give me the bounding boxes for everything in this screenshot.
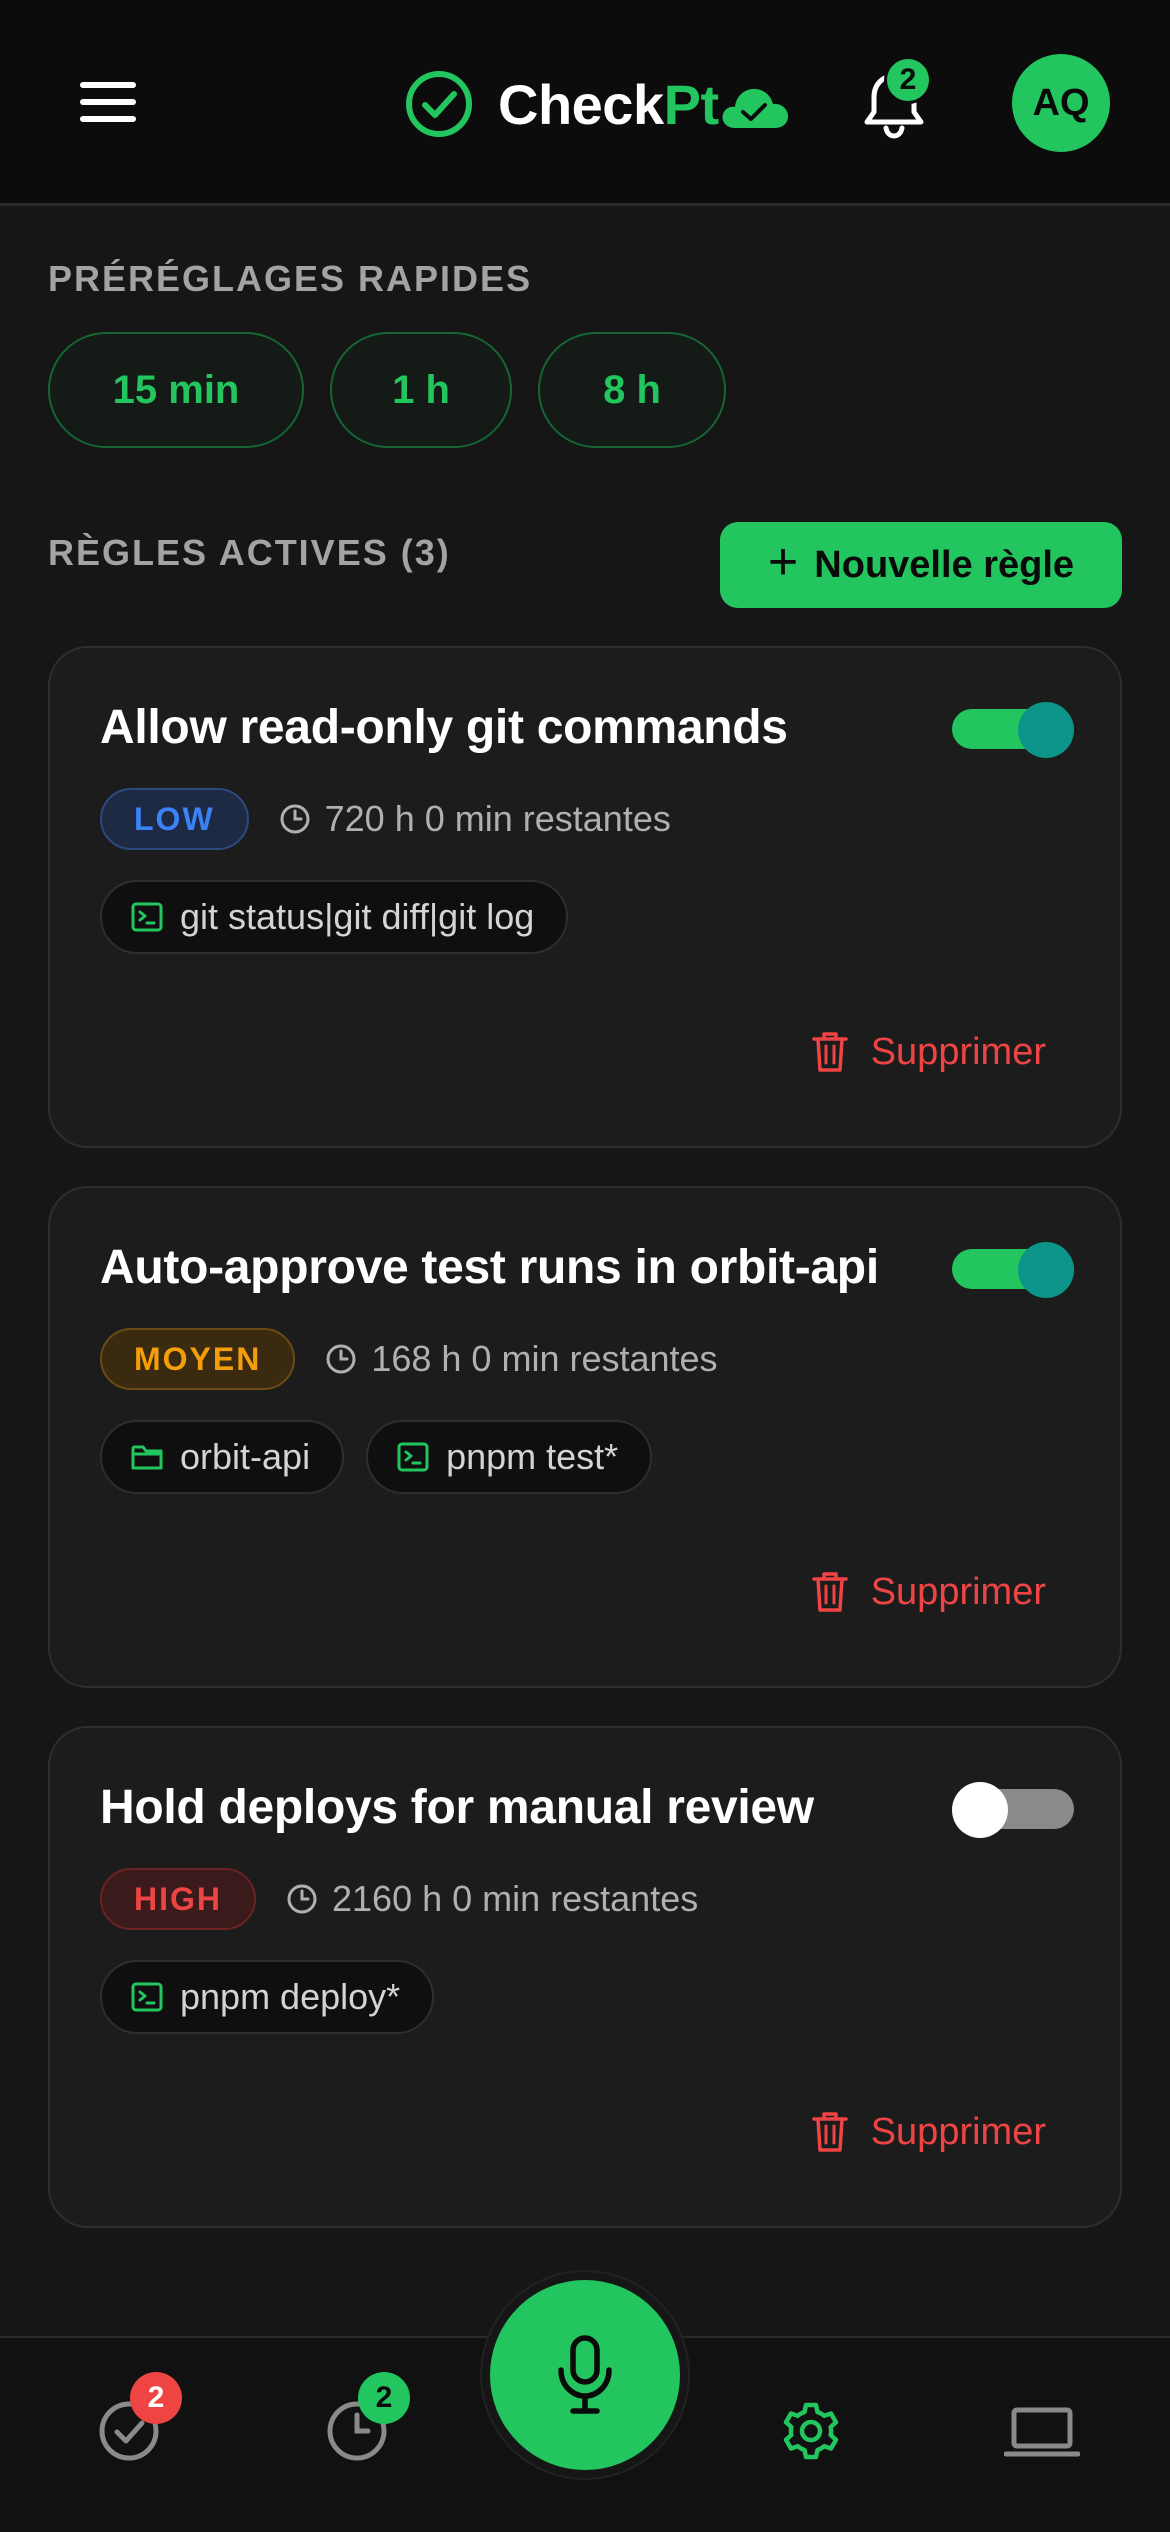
rule-scope-chips: pnpm deploy* [100,1960,435,2034]
risk-level-badge: HIGH [100,1868,256,1930]
check-circle-logo-icon [406,71,472,137]
rule-title: Allow read-only git commands [100,701,788,754]
active-rules-heading: RÈGLES ACTIVES (3) [48,532,451,573]
gear-icon [783,2402,839,2460]
risk-level-badge: MOYEN [100,1328,296,1390]
new-rule-button[interactable]: + Nouvelle règle [720,522,1122,608]
rule-title: Auto-approve test runs in orbit-api [100,1241,879,1294]
approvals-badge: 2 [130,2372,182,2424]
trash-icon [811,1572,848,1612]
rule-scope-chips: git status|git diff|git log [100,880,569,954]
clock-icon [326,1344,356,1374]
nav-settings[interactable] [778,2398,844,2464]
rule-title: Hold deploys for manual review [100,1781,814,1834]
new-rule-label: Nouvelle règle [814,543,1075,586]
terminal-icon [131,902,163,932]
rule-card: Auto-approve test runs in orbit-api MOYE… [48,1186,1122,1688]
scope-chip: git status|git diff|git log [100,880,569,954]
rule-enabled-toggle[interactable] [952,702,1074,758]
time-remaining: 720 h 0 min restantes [324,798,671,839]
time-remaining: 168 h 0 min restantes [371,1338,718,1379]
preset-15-min-button[interactable]: 15 min [48,332,304,448]
delete-rule-button[interactable]: Supprimer [811,2110,1046,2154]
clock-icon [287,1884,317,1914]
plus-icon: + [767,533,799,591]
microphone-icon [558,2335,612,2414]
rule-meta: MOYEN 168 h 0 min restantes [100,1328,718,1390]
brand-logo: CheckPt [404,66,791,142]
rule-meta: HIGH 2160 h 0 min restantes [100,1868,698,1930]
delete-rule-button[interactable]: Supprimer [811,1570,1046,1614]
brand-name-suffix: Pt [663,72,720,136]
delete-rule-label: Supprimer [870,1030,1046,1073]
terminal-icon [131,1982,163,2012]
app-header: CheckPt 2 AQ [0,0,1170,206]
terminal-icon [397,1442,429,1472]
cloud-check-icon [722,88,788,128]
settings-screen: CheckPt 2 AQ PRÉRÉGLAGES RAPIDES 15 min … [0,0,1170,2532]
delete-rule-label: Supprimer [870,2110,1046,2153]
scope-chip-label: pnpm deploy* [180,1976,401,2017]
presets-row: 15 min 1 h 8 h [48,332,726,448]
rule-meta: LOW 720 h 0 min restantes [100,788,671,850]
brand-name: CheckPt [498,72,719,137]
scope-chip-label: orbit-api [180,1436,311,1477]
delete-rule-button[interactable]: Supprimer [811,1030,1046,1074]
rule-enabled-toggle[interactable] [952,1242,1074,1298]
time-remaining: 2160 h 0 min restantes [332,1878,699,1919]
rule-card: Allow read-only git commands LOW 720 h 0… [48,646,1122,1148]
scope-chip: orbit-api [100,1420,345,1494]
laptop-icon [1003,2407,1081,2457]
brand-name-prefix: Check [498,72,664,136]
scope-chip: pnpm test* [366,1420,653,1494]
scope-chip-label: git status|git diff|git log [180,896,535,937]
preset-8-h-button[interactable]: 8 h [538,332,726,448]
scope-chip-label: pnpm test* [446,1436,619,1477]
rule-enabled-toggle[interactable] [952,1782,1074,1838]
rule-card: Hold deploys for manual review HIGH 2160… [48,1726,1122,2228]
notification-badge: 2 [884,56,932,104]
preset-1-h-button[interactable]: 1 h [330,332,512,448]
folder-icon [131,1445,163,1470]
voice-command-button[interactable] [482,2272,688,2478]
history-badge: 2 [358,2372,410,2424]
menu-icon[interactable] [80,82,136,122]
risk-level-badge: LOW [100,788,249,850]
trash-icon [811,1032,848,1072]
scope-chip: pnpm deploy* [100,1960,435,2034]
rule-scope-chips: orbit-api pnpm test* [100,1420,653,1494]
presets-heading: PRÉRÉGLAGES RAPIDES [48,258,533,299]
avatar[interactable]: AQ [1012,54,1110,152]
delete-rule-label: Supprimer [870,1570,1046,1613]
trash-icon [811,2112,848,2152]
clock-icon [280,804,310,834]
nav-devices[interactable] [1003,2398,1081,2464]
